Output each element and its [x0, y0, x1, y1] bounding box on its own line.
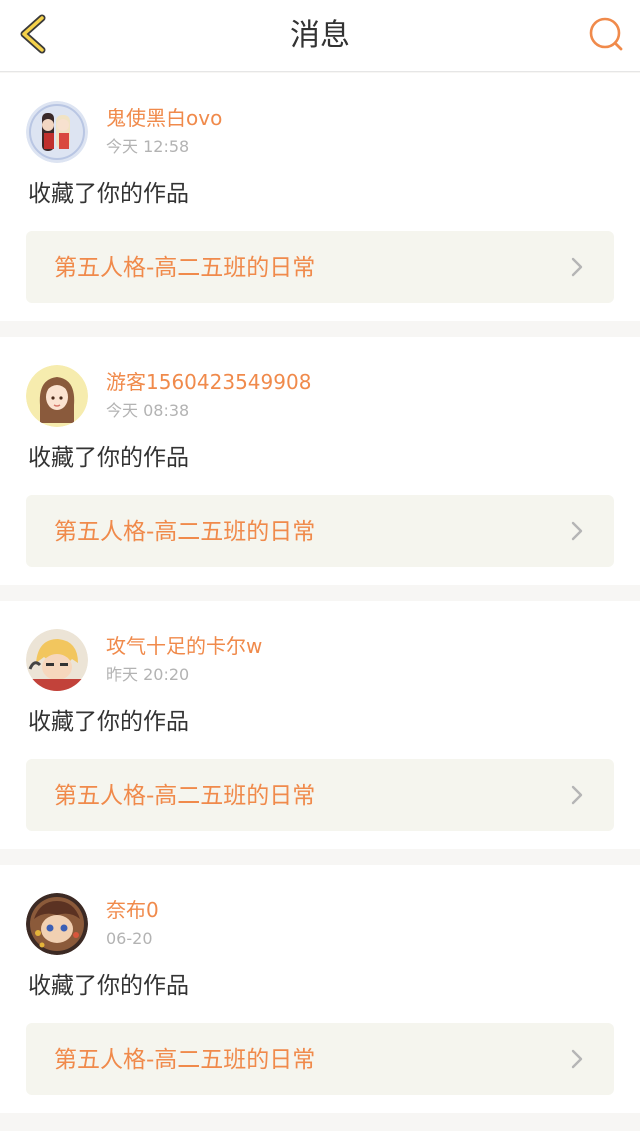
work-title: 第五人格-高二五班的日常 [54, 783, 316, 809]
page-title: 消息 [290, 18, 350, 53]
timestamp: 今天 08:38 [106, 401, 190, 420]
search-icon [589, 17, 623, 51]
username[interactable]: 奈布0 [106, 895, 159, 925]
avatar-image-icon [26, 893, 88, 955]
timestamp: 今天 12:58 [106, 137, 190, 156]
avatar[interactable] [26, 101, 88, 163]
avatar-image-icon [26, 629, 88, 691]
notification-card: 奈布0 06-20 收藏了你的作品 第五人格-高二五班的日常 [0, 865, 640, 1113]
action-text: 收藏了你的作品 [28, 709, 189, 735]
action-text: 收藏了你的作品 [28, 445, 189, 471]
work-title: 第五人格-高二五班的日常 [54, 1047, 316, 1073]
work-link[interactable]: 第五人格-高二五班的日常 [26, 495, 614, 567]
avatar-image-icon [26, 101, 88, 163]
notification-card: 游客1560423549908 今天 08:38 收藏了你的作品 第五人格-高二… [0, 337, 640, 585]
action-text: 收藏了你的作品 [28, 973, 189, 999]
notification-list: 鬼使黑白ovo 今天 12:58 收藏了你的作品 第五人格-高二五班的日常 游客… [0, 73, 640, 1129]
username[interactable]: 游客1560423549908 [106, 367, 311, 397]
top-bar: 消息 [0, 0, 640, 72]
username[interactable]: 攻气十足的卡尔w [106, 631, 262, 661]
notifications-screen: 消息 鬼使黑白ovo 今天 12:58 收藏了你的作品 第五人格-高二五班的日常… [0, 0, 640, 1131]
avatar[interactable] [26, 365, 88, 427]
action-text: 收藏了你的作品 [28, 181, 189, 207]
avatar[interactable] [26, 629, 88, 691]
chevron-right-icon [571, 785, 583, 805]
work-link[interactable]: 第五人格-高二五班的日常 [26, 1023, 614, 1095]
chevron-right-icon [571, 1049, 583, 1069]
work-link[interactable]: 第五人格-高二五班的日常 [26, 759, 614, 831]
chevron-right-icon [571, 257, 583, 277]
search-button[interactable] [586, 14, 626, 54]
chevron-right-icon [571, 521, 583, 541]
work-link[interactable]: 第五人格-高二五班的日常 [26, 231, 614, 303]
timestamp: 06-20 [106, 929, 153, 948]
username[interactable]: 鬼使黑白ovo [106, 103, 222, 133]
work-title: 第五人格-高二五班的日常 [54, 519, 316, 545]
work-title: 第五人格-高二五班的日常 [54, 255, 316, 281]
notification-card: 鬼使黑白ovo 今天 12:58 收藏了你的作品 第五人格-高二五班的日常 [0, 73, 640, 321]
avatar-image-icon [26, 365, 88, 427]
avatar[interactable] [26, 893, 88, 955]
notification-card: 攻气十足的卡尔w 昨天 20:20 收藏了你的作品 第五人格-高二五班的日常 [0, 601, 640, 849]
timestamp: 昨天 20:20 [106, 665, 190, 684]
